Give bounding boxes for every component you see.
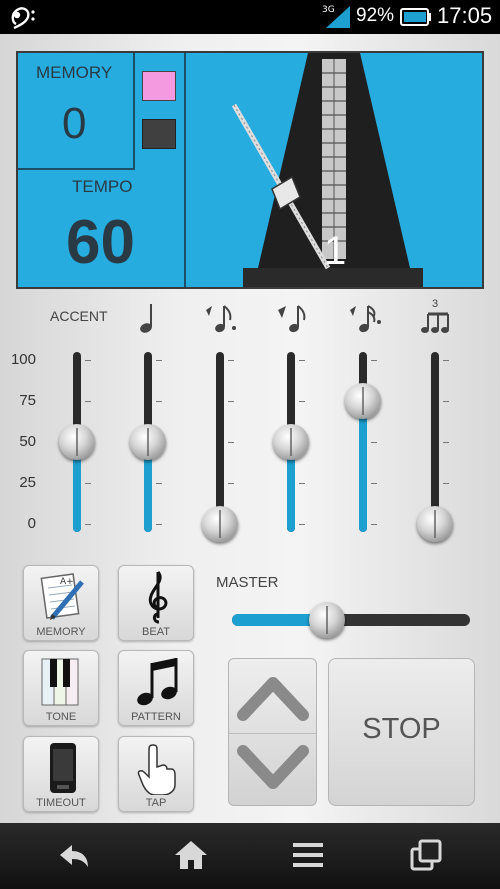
clock: 17:05 [437,3,493,28]
slider-tick [299,360,305,361]
slider-tick [85,483,91,484]
tap-button[interactable]: TAP [118,736,194,812]
pattern-button[interactable]: PATTERN [118,650,194,726]
slider-knob-triplet[interactable] [417,506,453,542]
chevron-up-icon [237,677,309,721]
eighth-note-icon [206,305,236,333]
divider [184,53,186,287]
quarter-note-icon [140,304,152,333]
slider-tick [228,442,234,443]
slider-tick [156,401,162,402]
memory-button[interactable]: A+ MEMORY [23,565,99,641]
slider-tick [299,483,305,484]
slider-tick [443,483,449,484]
timeout-button[interactable]: TIMEOUT [23,736,99,812]
phone-icon [50,743,76,793]
beamed-notes-icon [137,658,178,706]
scale-label: 50 [19,433,36,450]
slider-fill-sixteenth [359,401,367,532]
slider-track-triplet[interactable] [431,352,439,532]
battery-icon [400,8,431,26]
status-bar: 3G 92% 17:05 [0,0,500,34]
treble-clef-icon [148,571,168,624]
navigation-bar [0,823,500,889]
tap-button-label: TAP [145,797,167,809]
metronome-app: MEMORY 0 TEMPO 60 1 ACCENT 3 100 75 50 2… [0,34,500,823]
slider-tick [156,524,162,525]
slider-tick [156,360,162,361]
beat-count: 1 [324,229,347,273]
tone-button-label: TONE [45,711,77,723]
slider-tick [443,401,449,402]
memory-indicator-light [142,119,176,149]
slider-tick [228,401,234,402]
menu-icon[interactable] [290,837,326,873]
beat-indicator-light [142,71,176,101]
tempo-down-button[interactable] [229,733,318,807]
svg-text:A+: A+ [60,577,74,587]
memory-value[interactable]: 0 [62,99,86,149]
pattern-button-label: PATTERN [131,711,181,723]
stop-button[interactable]: STOP [328,658,475,806]
tempo-label: TEMPO [72,177,133,196]
slider-tick [85,524,91,525]
slider-tick [371,360,377,361]
notepad-pencil-icon: A+ [40,573,84,620]
divider [133,53,135,168]
master-volume-knob[interactable] [309,602,346,638]
eighth-rest-note-icon [278,305,306,333]
slider-tick [228,483,234,484]
slider-tick [85,360,91,361]
slider-knob-eighth-rest[interactable] [273,424,309,460]
memory-label: MEMORY [36,63,113,82]
chevron-down-icon [237,745,309,789]
sixteenth-note-icon [350,305,381,333]
slider-tick [299,401,305,402]
tempo-value[interactable]: 60 [66,207,135,278]
back-icon[interactable] [56,837,92,873]
slider-tick [228,360,234,361]
beat-button-label: BEAT [142,626,170,638]
slider-track-eighth[interactable] [216,352,224,532]
tone-button[interactable]: TONE [23,650,99,726]
tap-hand-icon [137,744,176,795]
slider-knob-quarter[interactable] [130,424,166,460]
slider-tick [371,524,377,525]
memory-button-label: MEMORY [36,626,86,638]
slider-knob-eighth[interactable] [202,506,238,542]
scale-label: 100 [10,351,36,368]
scale-label: 25 [19,474,36,491]
tempo-up-button[interactable] [229,659,318,733]
slider-tick [299,524,305,525]
triplet-label: 3 [432,298,439,310]
slider-knob-sixteenth[interactable] [345,383,381,419]
piano-keys-icon [41,658,79,706]
master-label: MASTER [216,574,279,591]
stop-button-label: STOP [362,713,441,745]
bass-clef-icon [11,7,35,30]
accent-label: ACCENT [50,308,108,324]
timeout-button-label: TIMEOUT [36,797,86,809]
recent-apps-icon[interactable] [408,837,444,873]
slider-tick [85,401,91,402]
battery-percent: 92% [356,5,395,26]
beat-button[interactable]: BEAT [118,565,194,641]
display-panel: MEMORY 0 TEMPO 60 1 [16,51,484,289]
signal-icon [326,6,350,28]
tempo-arrows [228,658,317,806]
slider-tick [371,442,377,443]
slider-knob-accent[interactable] [59,424,95,460]
slider-tick [156,483,162,484]
scale-label: 0 [27,515,36,532]
slider-tick [443,442,449,443]
scale-label: 75 [19,392,36,409]
divider [18,168,135,170]
slider-tick [371,483,377,484]
home-icon[interactable] [173,837,209,873]
slider-tick [443,360,449,361]
